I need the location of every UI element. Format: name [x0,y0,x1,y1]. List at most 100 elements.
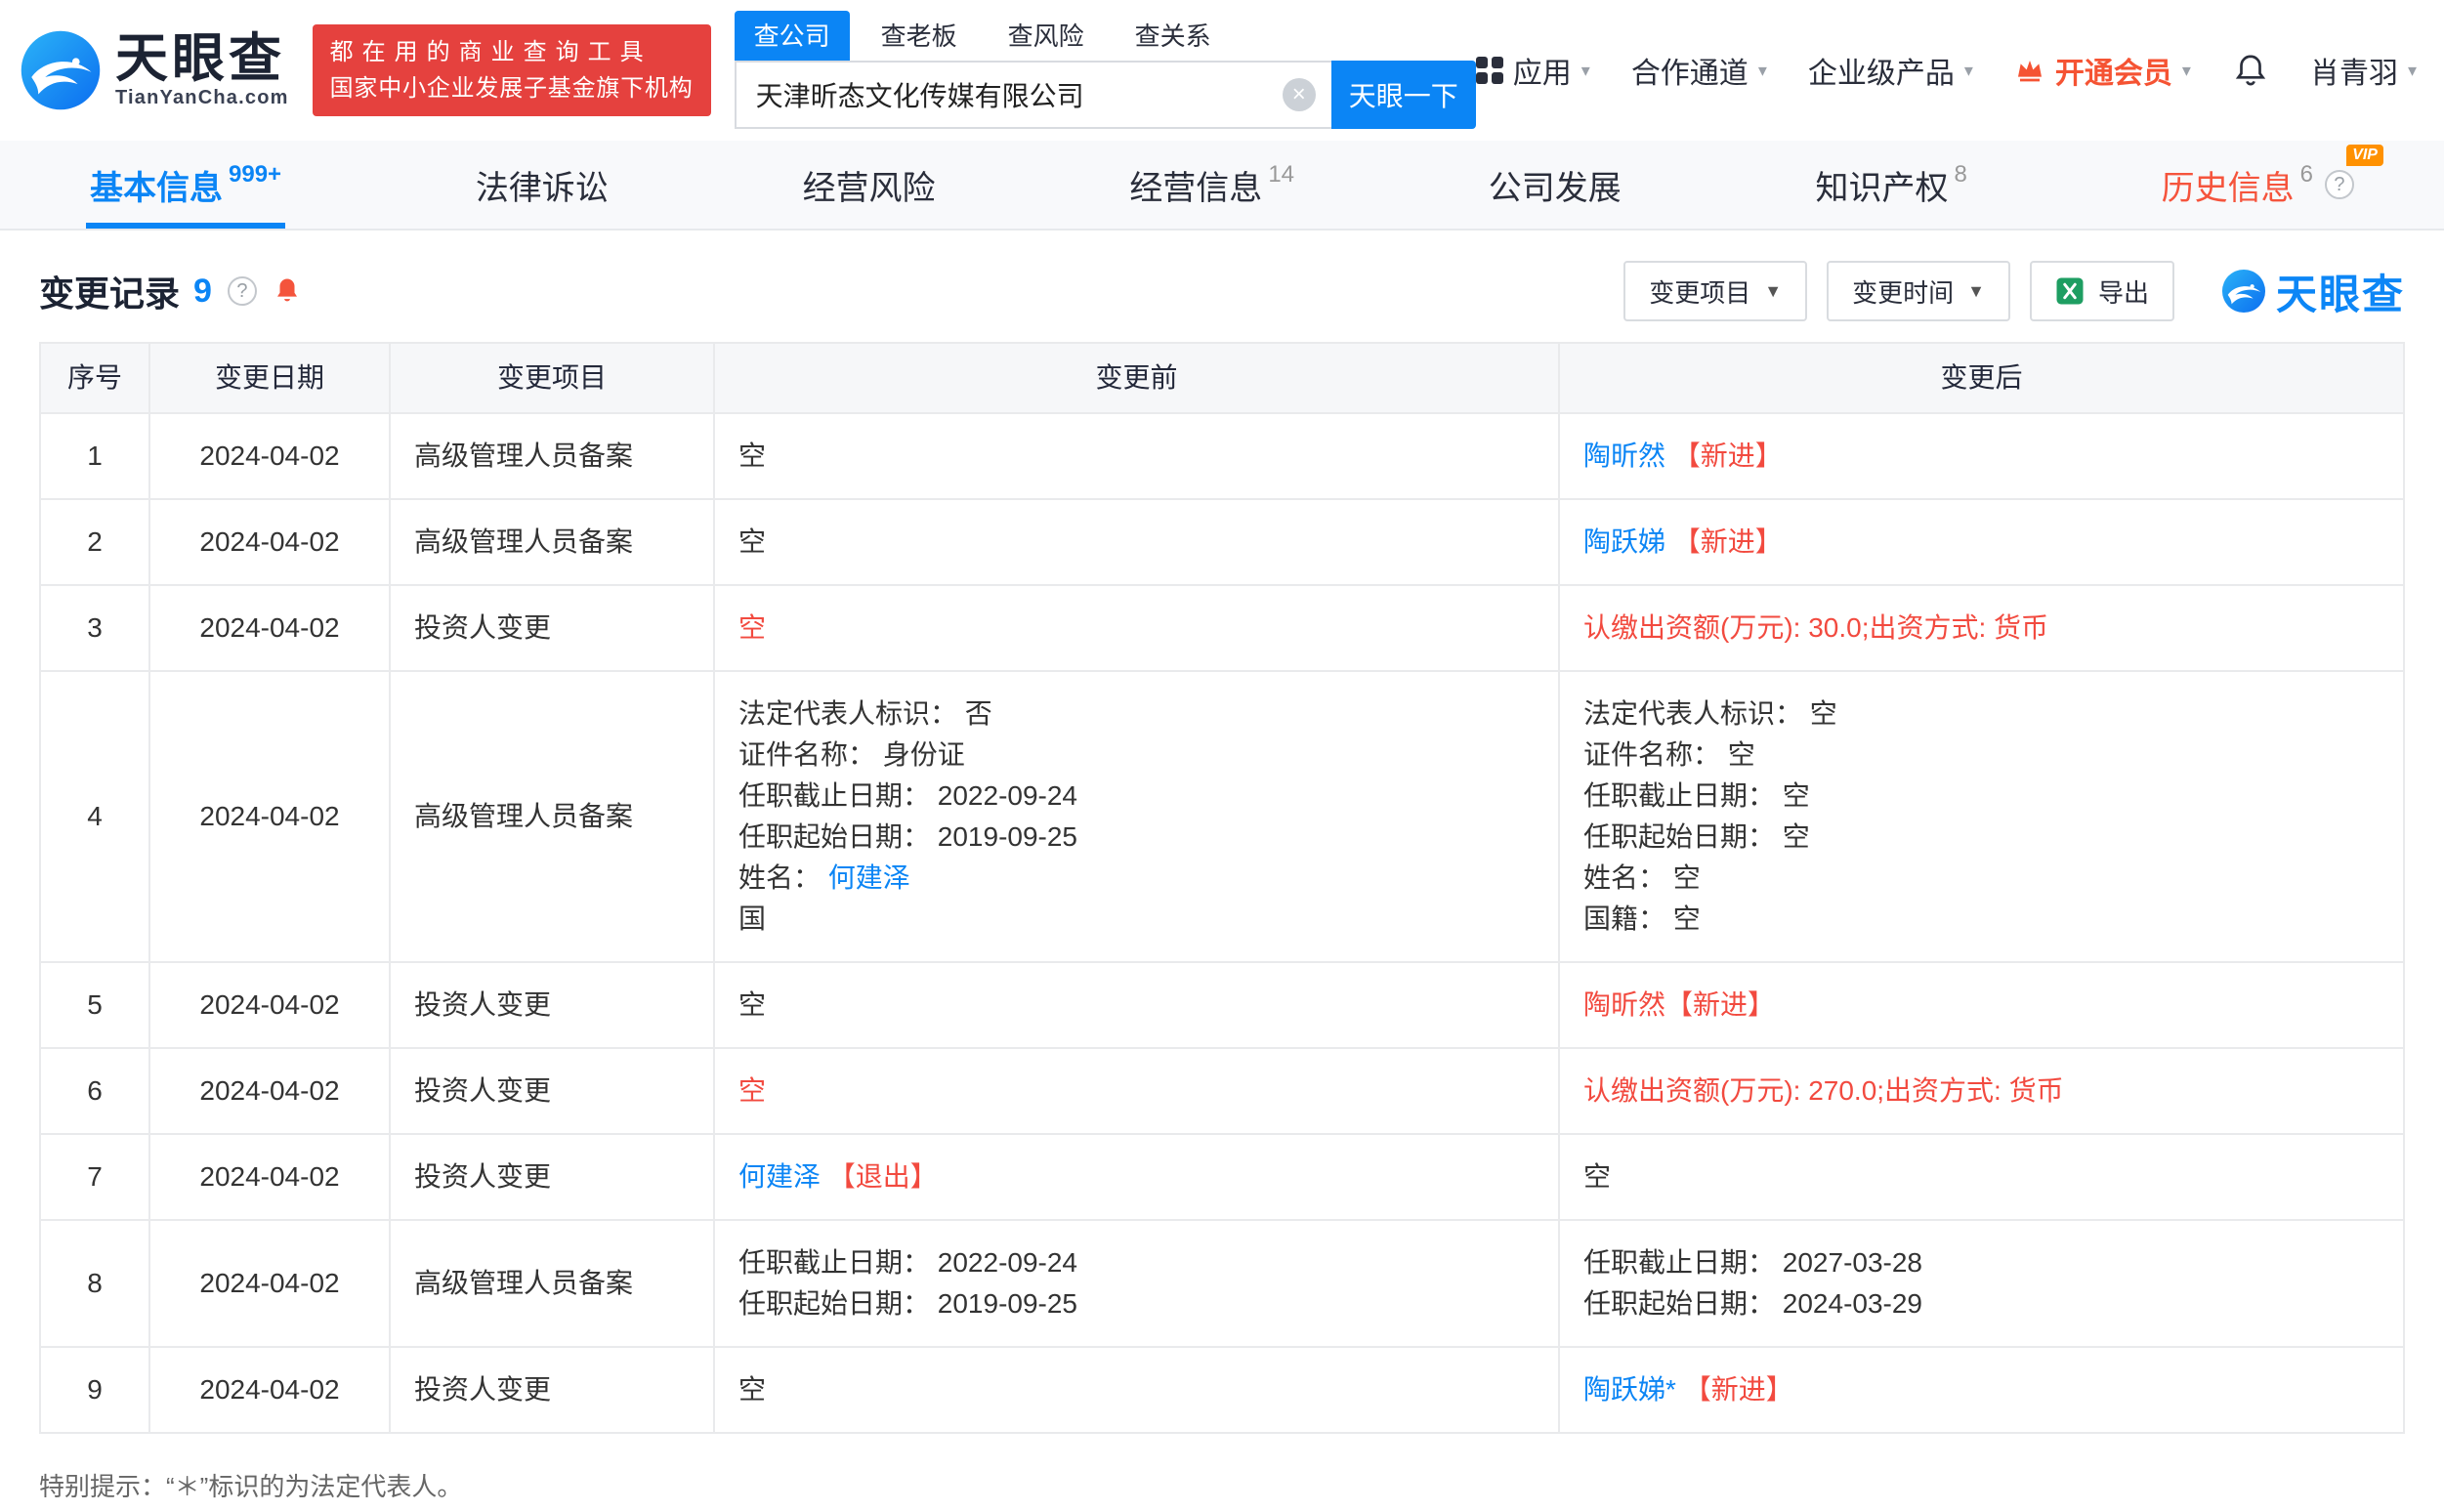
nav-tab[interactable]: 经营风险 [799,141,940,229]
nav-tab[interactable]: 法律诉讼 [472,141,612,229]
person-link[interactable]: 陶昕然 [1583,441,1673,471]
nav-tab[interactable]: 基本信息999+ [86,141,285,229]
search-tab[interactable]: 查风险 [989,11,1104,61]
item-cell: 高级管理人员备案 [390,1220,714,1347]
notifications-bell[interactable] [2232,52,2269,89]
cell-text: 姓名： 空 [1583,862,1701,893]
table-row: 62024-04-02投资人变更空认缴出资额(万元): 270.0;出资方式: … [40,1048,2404,1134]
item-cell: 投资人变更 [390,585,714,671]
chevron-down-icon: ▾ [1964,61,1973,81]
nav-tab-label: 知识产权 [1816,161,1949,209]
cell-text: 任职起始日期： 2024-03-29 [1583,1288,1922,1319]
search-button[interactable]: 天眼一下 [1331,61,1476,129]
seq-cell: 4 [40,671,149,962]
change-cell: 陶昕然 【新进】 [1559,413,2404,499]
search-tab[interactable]: 查关系 [1116,11,1231,61]
column-header: 变更项目 [390,343,714,413]
help-icon[interactable]: ? [2325,170,2354,199]
footnote: 特别提示：“＊”标识的为法定代表人。 [39,1467,2405,1503]
table-row: 82024-04-02高级管理人员备案任职截止日期： 2022-09-24任职起… [40,1220,2404,1347]
filter-change-time-label: 变更时间 [1852,273,1954,310]
clear-search-icon[interactable]: × [1283,78,1316,111]
nav-cooperation[interactable]: 合作通道 ▾ [1631,49,1767,92]
change-records-table: 序号变更日期变更项目变更前变更后 12024-04-02高级管理人员备案空陶昕然… [39,342,2405,1434]
seq-cell: 3 [40,585,149,671]
watermark-logo: 天眼查 [2221,262,2405,321]
filter-change-item-button[interactable]: 变更项目 ▼ [1623,261,1807,321]
item-cell: 投资人变更 [390,1347,714,1433]
cell-text: 国 [738,903,766,934]
change-cell: 空 [1559,1134,2404,1220]
cell-text: 国籍： 空 [1583,903,1701,934]
cell-text: 空 [738,1374,766,1405]
cell-text: 空 [738,612,766,643]
date-cell: 2024-04-02 [149,962,390,1048]
cell-text: 认缴出资额(万元): 30.0;出资方式: 货币 [1583,612,2048,643]
cell-text: 证件名称： 身份证 [738,739,965,770]
nav-tab-count: 6 [2300,161,2313,189]
cell-text: 法定代表人标识： 空 [1583,698,1837,729]
change-cell: 空 [714,499,1559,585]
item-cell: 投资人变更 [390,1134,714,1220]
nav-tab[interactable]: 公司发展 [1485,141,1625,229]
nav-tab[interactable]: 经营信息14 [1125,141,1298,229]
export-button[interactable]: 导出 [2030,261,2174,321]
column-header: 序号 [40,343,149,413]
change-cell: 任职截止日期： 2022-09-24任职起始日期： 2019-09-25 [714,1220,1559,1347]
help-icon[interactable]: ? [228,276,257,306]
change-cell: 认缴出资额(万元): 270.0;出资方式: 货币 [1559,1048,2404,1134]
cell-text: 空 [738,989,766,1020]
date-cell: 2024-04-02 [149,1048,390,1134]
change-cell: 法定代表人标识： 空证件名称： 空任职截止日期： 空任职起始日期： 空姓名： 空… [1559,671,2404,962]
date-cell: 2024-04-02 [149,499,390,585]
item-cell: 高级管理人员备案 [390,413,714,499]
filter-change-time-button[interactable]: 变更时间 ▼ [1827,261,2010,321]
change-cell: 空 [714,1048,1559,1134]
change-cell: 认缴出资额(万元): 30.0;出资方式: 货币 [1559,585,2404,671]
user-menu[interactable]: 肖青羽 ▾ [2310,49,2417,92]
cell-text: 任职截止日期： 空 [1583,780,1810,811]
seq-cell: 1 [40,413,149,499]
nav-enterprise[interactable]: 企业级产品 ▾ [1808,49,1973,92]
cell-text: 空 [738,441,766,471]
nav-open-vip[interactable]: 开通会员 ▾ [2014,49,2191,92]
monitor-bell-icon[interactable] [273,276,302,306]
cell-text: 任职起始日期： 2019-09-25 [738,821,1077,852]
chevron-down-icon: ▼ [1967,281,1985,302]
nav-apps[interactable]: 应用 ▾ [1476,49,1590,92]
search-input[interactable] [735,61,1331,129]
item-cell: 投资人变更 [390,962,714,1048]
table-row: 22024-04-02高级管理人员备案空陶跃娣 【新进】 [40,499,2404,585]
brand-logo[interactable]: 天眼查 TianYanCha.com [20,29,289,111]
person-link[interactable]: 陶跃娣 [1583,526,1673,557]
vip-badge: VIP [2346,145,2383,166]
page-title: 变更记录 [39,266,180,316]
column-header: 变更前 [714,343,1559,413]
change-cell: 陶跃娣 【新进】 [1559,499,2404,585]
item-cell: 高级管理人员备案 [390,671,714,962]
brand-name: 天眼查 [115,31,289,87]
nav-tab-label: 公司发展 [1489,161,1622,209]
nav-tab[interactable]: 历史信息6?VIP [2158,141,2358,229]
column-header: 变更后 [1559,343,2404,413]
person-link[interactable]: 何建泽 [828,862,910,893]
person-link[interactable]: 陶跃娣* [1583,1374,1684,1405]
item-cell: 投资人变更 [390,1048,714,1134]
search-tab[interactable]: 查公司 [735,11,850,61]
nav-open-vip-label: 开通会员 [2055,49,2172,92]
apps-grid-icon [1476,57,1503,84]
column-header: 变更日期 [149,343,390,413]
section-header: 变更记录 9 ? 变更项目 ▼ 变更时间 ▼ [39,256,2405,326]
crown-icon [2014,55,2045,86]
export-label: 导出 [2098,273,2149,310]
search-tab[interactable]: 查老板 [862,11,977,61]
table-row: 42024-04-02高级管理人员备案法定代表人标识： 否证件名称： 身份证任职… [40,671,2404,962]
change-cell: 法定代表人标识： 否证件名称： 身份证任职截止日期： 2022-09-24任职起… [714,671,1559,962]
cell-text: 认缴出资额(万元): 270.0;出资方式: 货币 [1583,1075,2064,1106]
cell-text: 【新进】 [1673,526,1783,557]
nav-tab[interactable]: 知识产权8 [1812,141,1971,229]
cell-text: 【退出】 [828,1161,938,1192]
cell-text: 【新进】 [1684,1374,1793,1405]
person-link[interactable]: 何建泽 [738,1161,828,1192]
cell-text: 陶昕然 [1583,989,1665,1020]
